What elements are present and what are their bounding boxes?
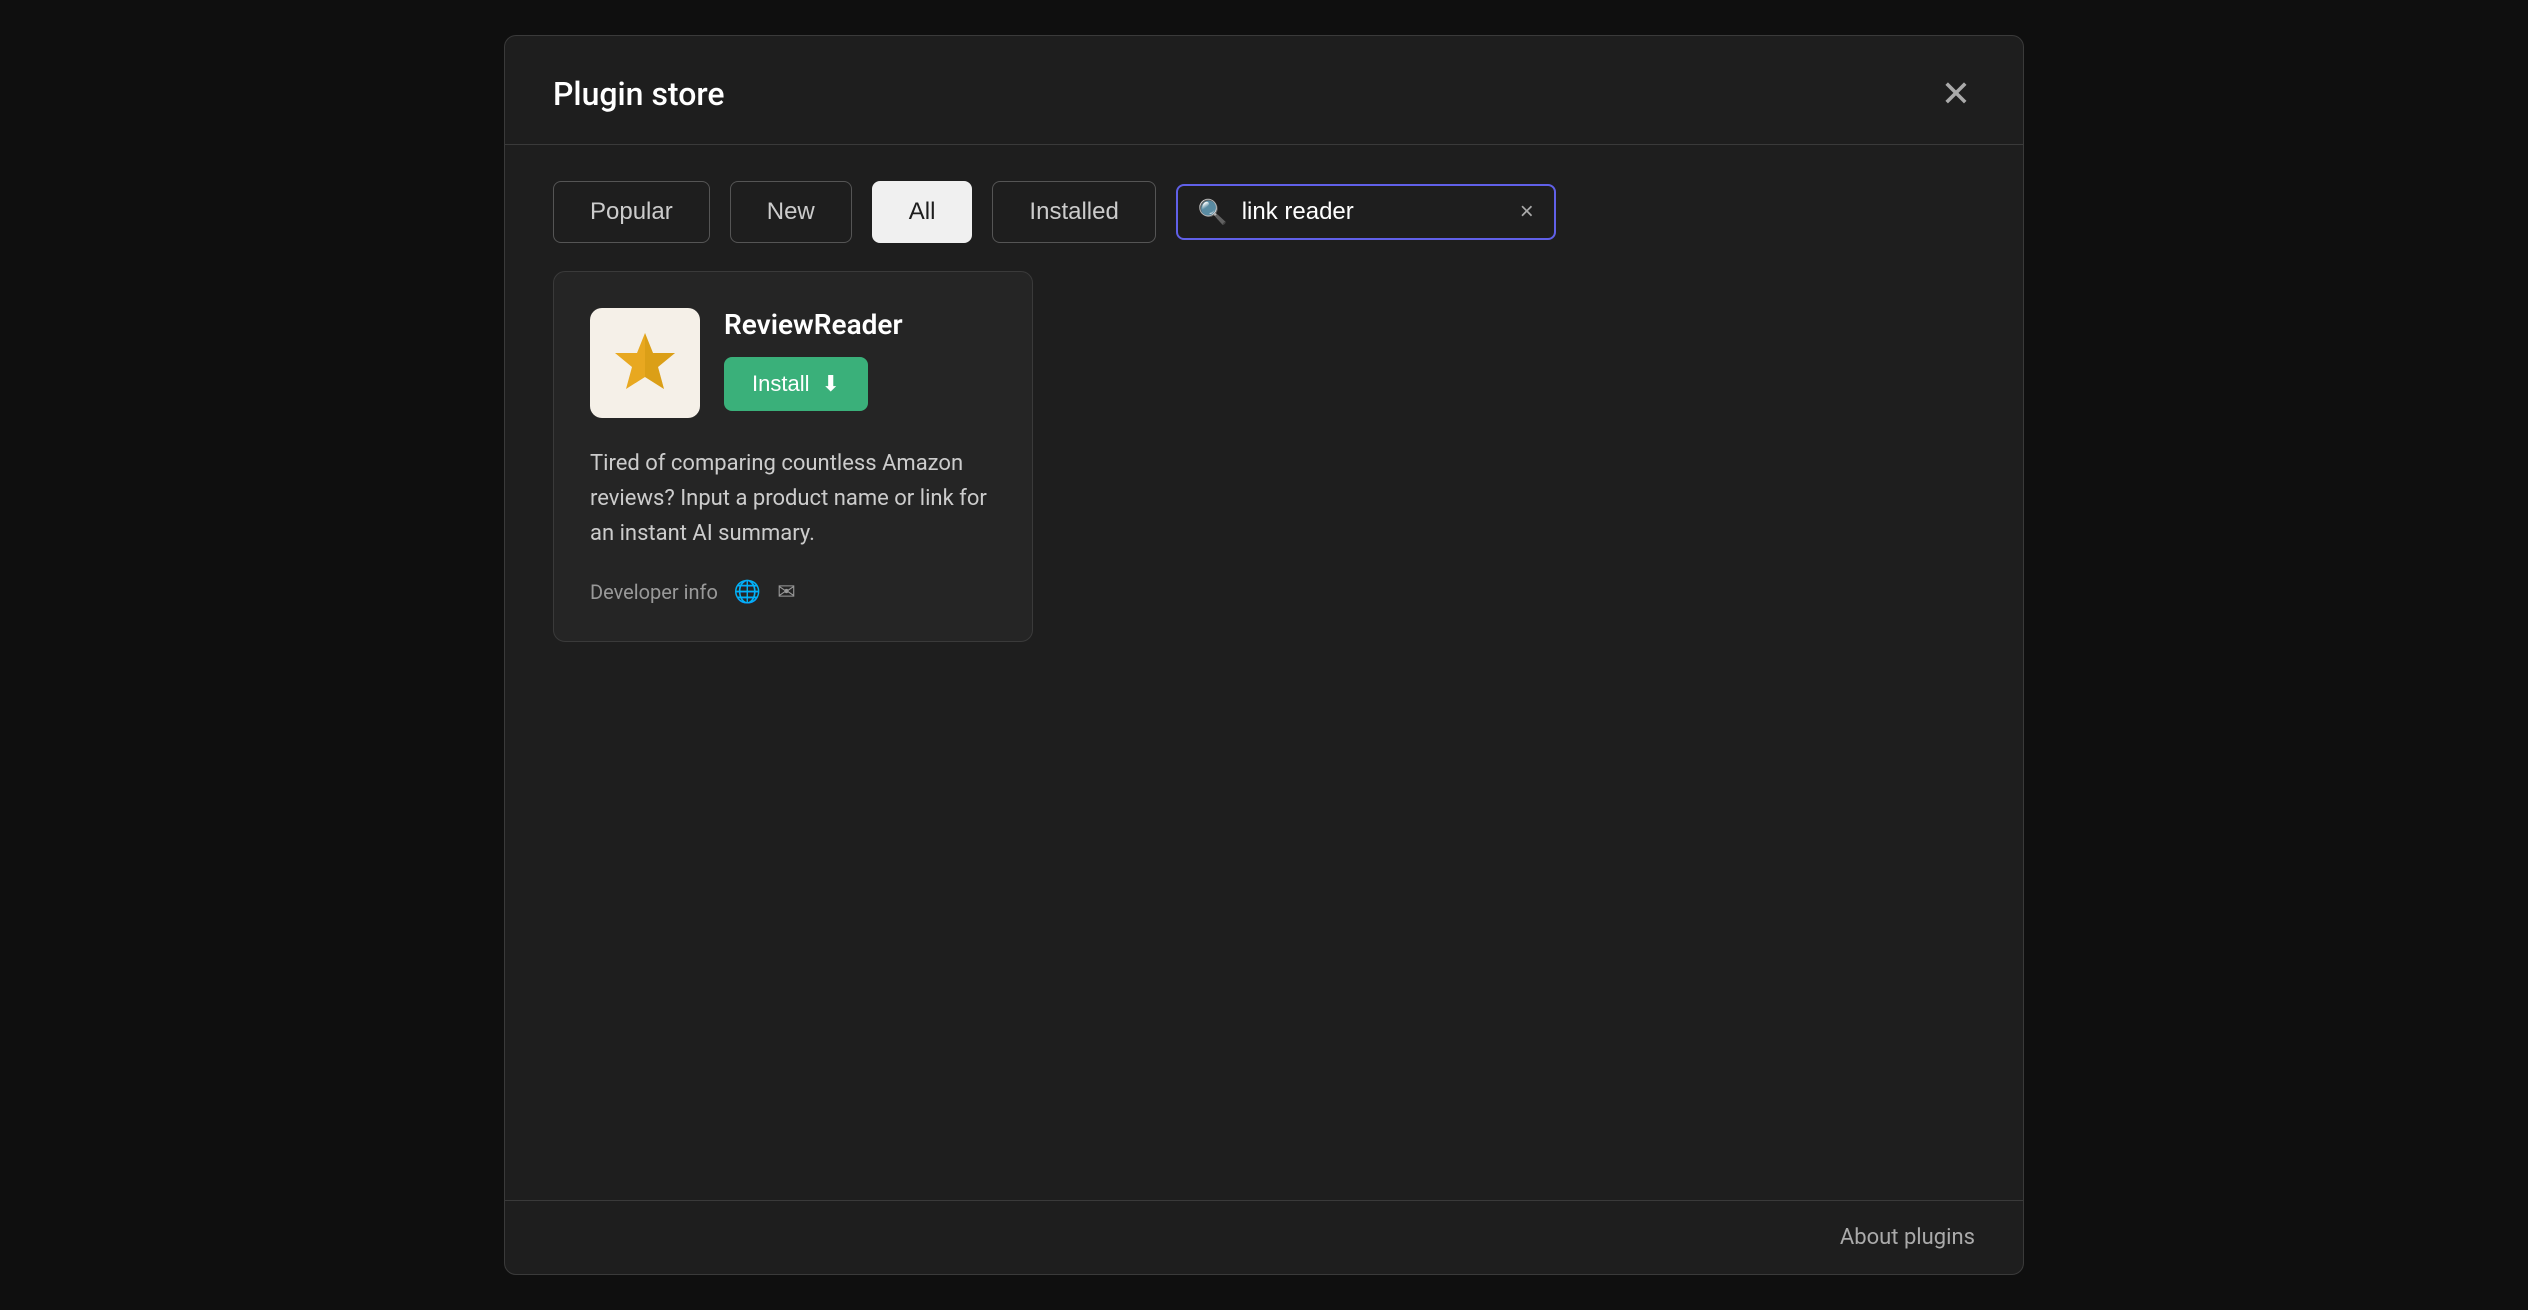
developer-info-row: Developer info 🌐 ✉ xyxy=(590,580,996,605)
plugin-card-reviewreader: ReviewReader Install ⬇ Tired of comparin… xyxy=(553,271,1033,642)
tab-all-label: All xyxy=(909,198,936,225)
plugin-description: Tired of comparing countless Amazon revi… xyxy=(590,446,996,552)
clear-search-button[interactable]: × xyxy=(1520,198,1534,226)
search-icon: 🔍 xyxy=(1198,198,1228,226)
developer-info-label: Developer info xyxy=(590,580,718,604)
tab-all[interactable]: All xyxy=(872,181,973,243)
tab-installed[interactable]: Installed xyxy=(992,181,1155,243)
email-icon[interactable]: ✉ xyxy=(777,580,795,605)
tab-popular-label: Popular xyxy=(590,198,673,225)
close-button[interactable]: ✕ xyxy=(1937,72,1975,116)
plugin-header: ReviewReader Install ⬇ xyxy=(590,308,996,418)
plugin-icon xyxy=(590,308,700,418)
modal-footer: About plugins xyxy=(505,1200,2023,1274)
globe-icon[interactable]: 🌐 xyxy=(734,580,761,605)
close-icon: ✕ xyxy=(1941,76,1971,112)
search-container: 🔍 × xyxy=(1176,184,1556,240)
tab-new-label: New xyxy=(767,198,815,225)
tab-new[interactable]: New xyxy=(730,181,852,243)
tab-popular[interactable]: Popular xyxy=(553,181,710,243)
toolbar: Popular New All Installed 🔍 × xyxy=(505,145,2023,271)
install-button[interactable]: Install ⬇ xyxy=(724,357,868,411)
modal-title: Plugin store xyxy=(553,75,725,113)
plugin-store-modal: Plugin store ✕ Popular New All Installed… xyxy=(504,35,2024,1275)
plugin-name: ReviewReader xyxy=(724,308,903,341)
plugin-info: ReviewReader Install ⬇ xyxy=(724,308,903,411)
plugin-icon-svg xyxy=(609,327,681,399)
tab-installed-label: Installed xyxy=(1029,198,1118,225)
about-plugins-link[interactable]: About plugins xyxy=(1840,1225,1975,1250)
install-icon: ⬇ xyxy=(821,371,839,397)
plugin-list: ReviewReader Install ⬇ Tired of comparin… xyxy=(505,271,2023,1200)
install-label: Install xyxy=(752,371,809,397)
modal-header: Plugin store ✕ xyxy=(505,36,2023,145)
clear-icon: × xyxy=(1520,198,1534,226)
search-input[interactable] xyxy=(1242,198,1506,226)
modal-overlay: Plugin store ✕ Popular New All Installed… xyxy=(0,0,2528,1310)
